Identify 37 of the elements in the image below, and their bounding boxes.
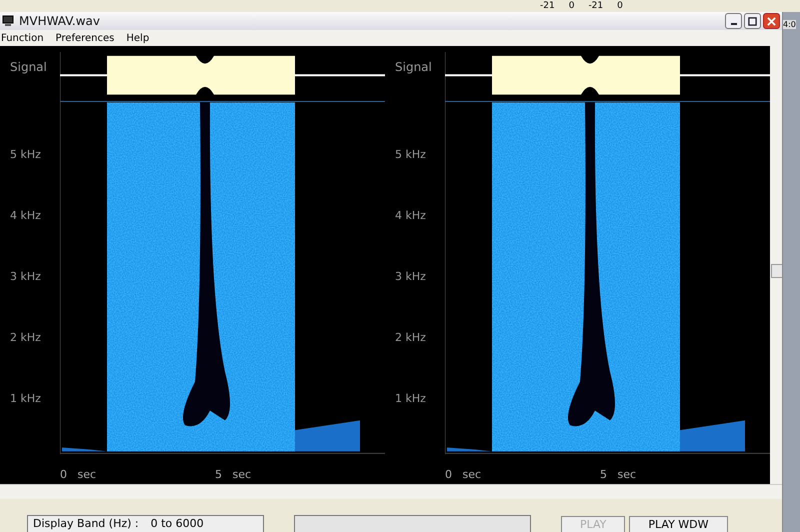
frequency-label: 1 kHz xyxy=(10,391,41,407)
time-label: 0 sec xyxy=(60,468,96,481)
minimize-button[interactable] xyxy=(725,13,742,29)
signal-label: Signal xyxy=(395,60,432,74)
time-label: 5 sec xyxy=(215,468,252,481)
play-button[interactable]: PLAY WDW xyxy=(629,516,728,532)
frequency-label: 5 kHz xyxy=(395,147,426,163)
frequency-label: 2 kHz xyxy=(10,330,41,346)
band-label: Display Band (Hz) : xyxy=(33,516,139,532)
frequency-label: 4 kHz xyxy=(10,208,41,224)
frequency-label: 2 kHz xyxy=(395,330,426,346)
menu-item[interactable]: Function xyxy=(0,32,45,44)
level-readout: -21 xyxy=(540,0,555,12)
monitor-icon xyxy=(2,15,14,27)
vertical-scrollbar[interactable] xyxy=(770,46,782,484)
close-icon xyxy=(767,16,776,26)
level-readout: 0 xyxy=(568,0,574,12)
level-readout: 0 xyxy=(617,0,623,12)
horizontal-scrollbar[interactable] xyxy=(0,484,782,499)
frequency-label: 1 kHz xyxy=(395,391,426,407)
time-label: 5 sec xyxy=(600,468,636,481)
band-value: 0 to 6000 xyxy=(150,516,204,532)
menu-item[interactable]: Preferences xyxy=(54,32,116,44)
frequency-label: 3 kHz xyxy=(10,269,41,285)
maximize-icon xyxy=(748,16,757,26)
time-label: 0 sec xyxy=(445,468,482,481)
menu-item[interactable]: Help xyxy=(125,32,150,44)
maximize-button[interactable] xyxy=(744,13,761,29)
clock: 4:0 xyxy=(783,20,796,29)
window-title: MVHWAV.wav xyxy=(19,14,100,28)
frequency-label: 3 kHz xyxy=(395,269,426,285)
minimize-icon xyxy=(730,23,736,25)
level-readout: -21 xyxy=(588,0,604,12)
close-button[interactable] xyxy=(763,13,780,29)
frequency-label: 5 kHz xyxy=(10,147,41,163)
frequency-label: 4 kHz xyxy=(395,208,426,224)
signal-label: Signal xyxy=(10,60,47,74)
